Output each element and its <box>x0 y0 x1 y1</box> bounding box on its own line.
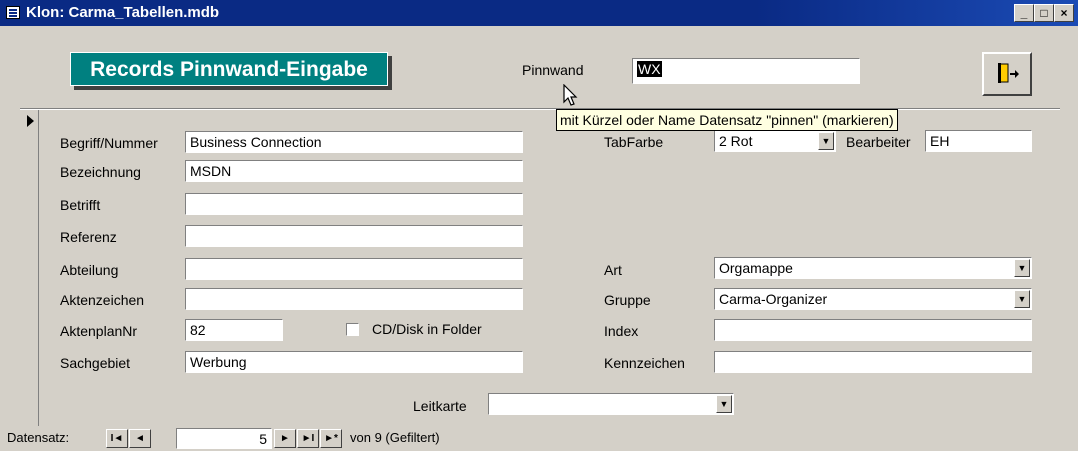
kennzeichen-label: Kennzeichen <box>604 355 685 371</box>
leitkarte-label: Leitkarte <box>413 398 467 414</box>
art-label: Art <box>604 262 622 278</box>
cddisk-checkbox[interactable] <box>346 323 359 336</box>
minimize-button[interactable]: _ <box>1014 4 1034 22</box>
sachgebiet-input[interactable]: Werbung <box>185 351 523 373</box>
current-record-input[interactable]: 5 <box>176 428 272 449</box>
last-record-button[interactable]: ►I <box>297 429 319 448</box>
database-window-icon <box>6 6 20 19</box>
tabfarbe-combo[interactable]: 2 Rot ▼ <box>714 130 836 152</box>
record-selector[interactable] <box>0 110 39 426</box>
bezeichnung-input[interactable]: MSDN <box>185 160 523 182</box>
begriff-input[interactable]: Business Connection <box>185 131 523 153</box>
gruppe-combo[interactable]: Carma-Organizer ▼ <box>714 288 1032 310</box>
form-title: Records Pinnwand-Eingabe <box>70 52 388 86</box>
record-navigation-bar: Datensatz: I◄ ◄ 5 ► ►I ►* von 9 (Gefilte… <box>0 426 1078 451</box>
abteilung-label: Abteilung <box>60 262 119 278</box>
exit-door-icon <box>998 63 1019 83</box>
next-record-button[interactable]: ► <box>274 429 296 448</box>
aktenplannr-label: AktenplanNr <box>60 323 138 339</box>
new-record-button[interactable]: ►* <box>320 429 342 448</box>
art-combo[interactable]: Orgamappe ▼ <box>714 257 1032 279</box>
pinnwand-label: Pinnwand <box>522 62 584 78</box>
leitkarte-combo[interactable]: ▼ <box>488 393 734 415</box>
betrifft-label: Betrifft <box>60 197 101 213</box>
begriff-label: Begriff/Nummer <box>60 135 158 151</box>
previous-record-button[interactable]: ◄ <box>129 429 151 448</box>
index-label: Index <box>604 323 639 339</box>
aktenplannr-input[interactable]: 82 <box>185 319 283 341</box>
gruppe-dropdown-arrow-icon[interactable]: ▼ <box>1014 290 1030 308</box>
bezeichnung-label: Bezeichnung <box>60 164 141 180</box>
cddisk-label: CD/Disk in Folder <box>372 321 482 337</box>
kennzeichen-input[interactable] <box>714 351 1032 373</box>
first-record-button[interactable]: I◄ <box>106 429 128 448</box>
record-count: von 9 (Gefiltert) <box>350 430 440 445</box>
window-title: Klon: Carma_Tabellen.mdb <box>26 4 220 21</box>
pinnwand-input[interactable]: WX <box>632 58 860 84</box>
tabfarbe-label: TabFarbe <box>604 134 664 150</box>
aktenzeichen-label: Aktenzeichen <box>60 292 145 308</box>
restore-button[interactable]: □ <box>1034 4 1054 22</box>
index-input[interactable] <box>714 319 1032 341</box>
art-dropdown-arrow-icon[interactable]: ▼ <box>1014 259 1030 277</box>
current-record-arrow-icon <box>27 115 34 127</box>
sachgebiet-label: Sachgebiet <box>60 355 131 371</box>
aktenzeichen-input[interactable] <box>185 288 523 310</box>
window-title-bar[interactable]: Klon: Carma_Tabellen.mdb _ □ × <box>0 0 1078 26</box>
tabfarbe-dropdown-arrow-icon[interactable]: ▼ <box>818 132 834 150</box>
bearbeiter-label: Bearbeiter <box>846 134 911 150</box>
referenz-input[interactable] <box>185 225 523 247</box>
referenz-label: Referenz <box>60 229 117 245</box>
close-button[interactable]: × <box>1054 4 1074 22</box>
pinnwand-tooltip: mit Kürzel oder Name Datensatz "pinnen" … <box>556 109 898 131</box>
bearbeiter-input[interactable]: EH <box>925 130 1032 152</box>
pinnwand-value: WX <box>637 61 662 77</box>
tabfarbe-value: 2 Rot <box>719 133 753 149</box>
exit-button[interactable] <box>982 52 1032 96</box>
header-divider <box>20 108 1060 110</box>
abteilung-input[interactable] <box>185 258 523 280</box>
leitkarte-dropdown-arrow-icon[interactable]: ▼ <box>716 395 732 413</box>
gruppe-label: Gruppe <box>604 292 651 308</box>
gruppe-value: Carma-Organizer <box>719 291 828 307</box>
art-value: Orgamappe <box>719 260 793 276</box>
record-navigation-label: Datensatz: <box>7 430 70 445</box>
betrifft-input[interactable] <box>185 193 523 215</box>
mouse-cursor-icon <box>563 84 578 106</box>
